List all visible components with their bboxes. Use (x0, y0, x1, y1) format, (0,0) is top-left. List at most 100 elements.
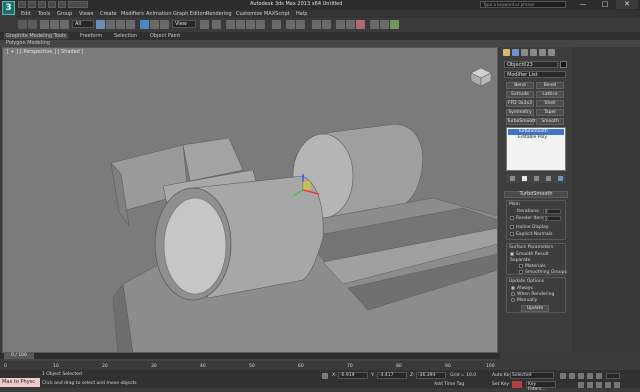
modifier-smooth-button[interactable]: Smooth (536, 118, 564, 125)
new-file-icon[interactable] (18, 1, 26, 8)
pan-icon[interactable] (596, 382, 602, 388)
remove-modifier-icon[interactable] (546, 176, 551, 181)
menu-customize[interactable]: Customize (236, 11, 262, 17)
modifier-turbosmooth-button[interactable]: TurboSmooth (506, 118, 537, 125)
display-tab-icon[interactable] (539, 49, 546, 56)
menu-create[interactable]: Create (100, 11, 117, 17)
modifier-extrude-button[interactable]: Extrude (506, 91, 534, 98)
when-rendering-radio[interactable] (511, 292, 515, 296)
rectangular-selection-icon[interactable] (116, 20, 125, 29)
unlink-icon[interactable] (50, 20, 59, 29)
render-production-icon[interactable] (390, 20, 399, 29)
angle-snap-icon[interactable] (236, 20, 245, 29)
rollout-turbosmooth-header[interactable]: TurboSmooth (504, 191, 568, 198)
zoom-icon[interactable] (578, 382, 584, 388)
make-unique-icon[interactable] (534, 176, 539, 181)
menu-edit[interactable]: Edit (21, 11, 31, 17)
close-button[interactable]: ✕ (616, 0, 638, 9)
panel-polygon-modeling[interactable]: Polygon Modeling (6, 40, 50, 46)
next-frame-icon[interactable] (587, 373, 593, 379)
modifier-lattice-button[interactable]: Lattice (536, 91, 564, 98)
manually-radio[interactable] (511, 298, 515, 302)
named-selection-icon[interactable] (272, 20, 281, 29)
isoline-display-checkbox[interactable] (510, 225, 514, 229)
modifier-shell-button[interactable]: Shell (536, 100, 564, 107)
select-by-name-icon[interactable] (106, 20, 115, 29)
material-editor-icon[interactable] (356, 20, 365, 29)
rendered-frame-icon[interactable] (380, 20, 389, 29)
set-key-button[interactable]: Set Key (492, 382, 509, 387)
modifier-ffd-button[interactable]: FFD 3x3x3 (506, 100, 534, 107)
maximize-button[interactable]: □ (594, 0, 616, 9)
always-radio[interactable] (511, 286, 515, 290)
set-key-icon[interactable] (512, 381, 522, 388)
create-tab-icon[interactable] (503, 49, 510, 56)
render-iters-spinner[interactable]: 0 (543, 216, 561, 221)
select-object-icon[interactable] (96, 20, 105, 29)
move-icon[interactable] (140, 20, 149, 29)
perspective-viewport[interactable]: [ + ] [ Perspective ] [ Shaded ] (2, 47, 498, 353)
menu-maxscript[interactable]: MAXScript (264, 11, 290, 17)
window-crossing-icon[interactable] (126, 20, 135, 29)
menu-group[interactable]: Group (57, 11, 72, 17)
hierarchy-tab-icon[interactable] (521, 49, 528, 56)
current-frame-field[interactable] (606, 373, 620, 379)
modifier-taper-button[interactable]: Taper (536, 109, 564, 116)
menu-views[interactable]: Views (79, 11, 93, 17)
menu-help[interactable]: Help (296, 11, 307, 17)
iterations-spinner[interactable]: 0 (543, 209, 561, 214)
modifier-bevel-button[interactable]: Bevel (536, 82, 564, 89)
mirror-icon[interactable] (286, 20, 295, 29)
menu-animation[interactable]: Animation (146, 11, 172, 17)
menu-modifiers[interactable]: Modifiers (121, 11, 144, 17)
tab-freeform[interactable]: Freeform (80, 33, 102, 39)
smoothing-groups-checkbox[interactable] (519, 270, 523, 274)
reference-coordinate-dropdown[interactable]: View (172, 20, 196, 28)
explicit-normals-checkbox[interactable] (510, 232, 514, 236)
maximize-viewport-icon[interactable] (614, 382, 620, 388)
orbit-icon[interactable] (605, 382, 611, 388)
open-file-icon[interactable] (28, 1, 36, 8)
object-color-swatch[interactable] (560, 61, 567, 68)
select-manipulate-icon[interactable] (212, 20, 221, 29)
link-icon[interactable] (40, 20, 49, 29)
render-setup-icon[interactable] (370, 20, 379, 29)
show-end-result-icon[interactable] (522, 176, 527, 181)
modify-tab-icon[interactable] (512, 49, 519, 56)
bind-spacewarp-icon[interactable] (60, 20, 69, 29)
curve-editor-icon[interactable] (336, 20, 345, 29)
z-coord-field[interactable]: -36.394 (416, 372, 446, 379)
menu-rendering[interactable]: Rendering (206, 11, 232, 17)
modifier-bend-button[interactable]: Bend (506, 82, 534, 89)
zoom-all-icon[interactable] (587, 382, 593, 388)
menu-graph-editors[interactable]: Graph Editors (173, 11, 207, 17)
track-bar[interactable]: 0 10 20 30 40 50 60 70 80 90 100 (0, 359, 500, 370)
tab-object-paint[interactable]: Object Paint (150, 33, 180, 39)
selection-filter-dropdown[interactable]: All (72, 20, 94, 28)
smooth-result-checkbox[interactable] (510, 252, 514, 256)
previous-frame-icon[interactable] (569, 373, 575, 379)
undo-icon[interactable] (48, 1, 56, 8)
update-button[interactable]: Update (521, 305, 549, 312)
go-to-start-icon[interactable] (560, 373, 566, 379)
key-filters-button[interactable]: Key Filters... (526, 381, 556, 392)
stack-item-editable-poly[interactable]: Editable Poly (508, 135, 564, 141)
workspace-dropdown[interactable] (68, 1, 88, 8)
app-logo-icon[interactable]: 3 (2, 1, 15, 15)
schematic-view-icon[interactable] (346, 20, 355, 29)
pivot-icon[interactable] (200, 20, 209, 29)
tab-selection[interactable]: Selection (114, 33, 137, 39)
redo-icon[interactable] (58, 1, 66, 8)
motion-tab-icon[interactable] (530, 49, 537, 56)
layer-manager-icon[interactable] (312, 20, 321, 29)
x-coord-field[interactable]: -6.919 (338, 372, 368, 379)
materials-checkbox[interactable] (519, 264, 523, 268)
spinner-snap-icon[interactable] (256, 20, 265, 29)
lock-selection-icon[interactable] (322, 373, 328, 379)
modifier-list-dropdown[interactable]: Modifier List (504, 71, 566, 78)
key-mode-dropdown[interactable]: Selected (510, 372, 554, 379)
modifier-stack[interactable]: TurboSmooth Editable Poly (506, 127, 566, 171)
tab-graphite-modeling-tools[interactable]: Graphite Modeling Tools (4, 33, 69, 39)
add-time-tag-button[interactable]: Add Time Tag (434, 382, 464, 387)
menu-tools[interactable]: Tools (38, 11, 50, 17)
